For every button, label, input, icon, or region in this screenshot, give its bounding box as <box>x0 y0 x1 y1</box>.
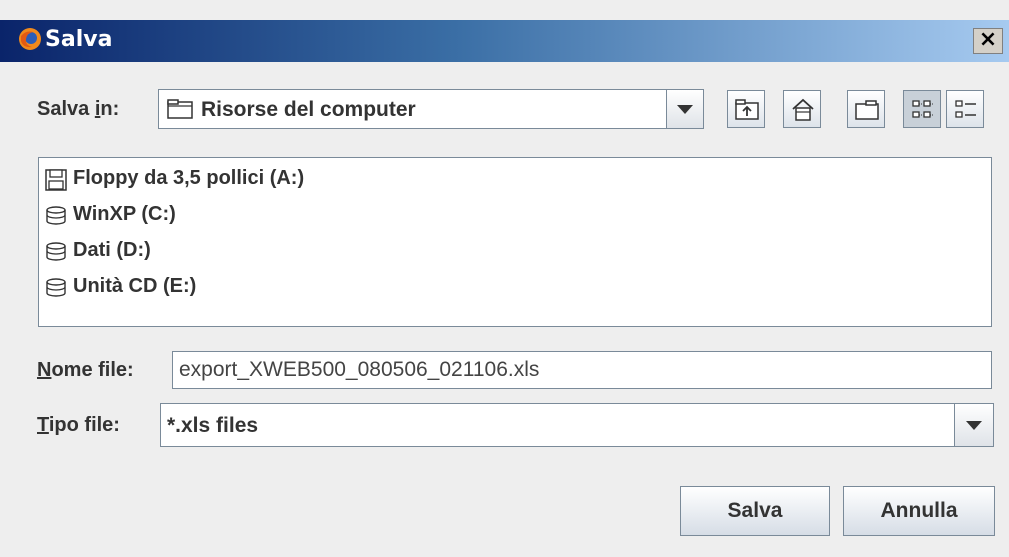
save-in-label: Salva in: <box>37 98 120 120</box>
hard-disk-icon <box>46 206 66 225</box>
cancel-button[interactable]: Annulla <box>843 486 995 536</box>
hard-disk-icon <box>46 278 66 297</box>
up-one-level-icon <box>735 99 759 120</box>
list-item-label: Floppy da 3,5 pollici (A:) <box>73 167 305 189</box>
up-one-level-button[interactable] <box>727 90 765 128</box>
save-dialog: Salva × Salva in: Risorse del computer F… <box>0 0 1009 557</box>
save-in-value: Risorse del computer <box>201 98 416 121</box>
computer-folder-icon <box>167 99 193 119</box>
file-type-combobox[interactable]: *.xls files <box>160 403 956 447</box>
window-title: Salva <box>45 27 113 52</box>
file-type-label: Tipo file: <box>37 414 120 436</box>
list-view-icon <box>912 100 933 118</box>
file-name-input[interactable]: export_XWEB500_080506_021106.xls <box>172 351 992 389</box>
floppy-icon <box>45 169 67 191</box>
file-list[interactable]: Floppy da 3,5 pollici (A:) WinXP (C:) Da… <box>38 157 992 327</box>
list-item-label: Unità CD (E:) <box>73 275 197 297</box>
list-item-label: Dati (D:) <box>73 239 151 261</box>
save-in-combobox[interactable]: Risorse del computer <box>158 89 668 129</box>
list-item-label: WinXP (C:) <box>73 203 176 225</box>
file-name-label: Nome file: <box>37 359 134 381</box>
hard-disk-icon <box>46 242 66 261</box>
details-view-button[interactable] <box>946 90 984 128</box>
home-button[interactable] <box>783 90 821 128</box>
list-view-button[interactable] <box>903 90 941 128</box>
save-button[interactable]: Salva <box>680 486 830 536</box>
title-bar[interactable] <box>0 20 1009 62</box>
file-type-value: *.xls files <box>167 414 259 437</box>
new-folder-icon <box>855 100 879 120</box>
home-icon <box>792 98 814 121</box>
details-view-icon <box>955 100 976 118</box>
new-folder-button[interactable] <box>847 90 885 128</box>
save-in-dropdown-button[interactable] <box>666 89 704 129</box>
close-button[interactable]: × <box>973 28 1003 54</box>
close-icon: × <box>978 27 998 52</box>
file-type-dropdown-button[interactable] <box>954 403 994 447</box>
firefox-icon <box>19 28 41 50</box>
